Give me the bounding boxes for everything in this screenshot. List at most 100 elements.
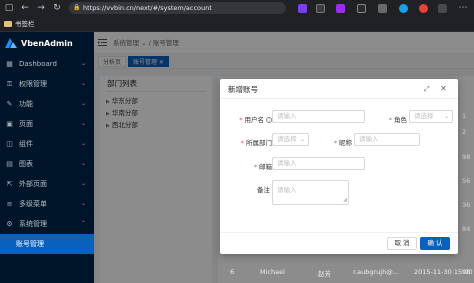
table-cell: 56 (462, 177, 471, 185)
resize-handle-icon[interactable]: ◢ (343, 198, 347, 203)
back-icon[interactable]: ← (20, 3, 30, 13)
sidebar-item-page[interactable]: ▣ 页面 ⌄ (0, 114, 94, 134)
add-account-modal: 新增账号 ⤢ ✕ * 用户名 i 请输入 * 角色 请选择 ⌄ * 所属部门 请选择 ⌄… (220, 79, 458, 254)
bookmark-folder[interactable]: 书签栏 (4, 19, 35, 30)
remark-label: 备注 (257, 186, 270, 194)
chevron-down-icon: ⌄ (443, 113, 449, 120)
sidebar-item-external[interactable]: ⇱ 外部页面 ⌄ (0, 174, 94, 194)
chevron-down-icon: ⌄ (80, 200, 86, 207)
link-icon: ⇱ (6, 179, 13, 188)
extension-icon[interactable] (438, 4, 447, 13)
sidebar-item-feature[interactable]: ✎ 功能 ⌄ (0, 94, 94, 114)
sidebar-item-account[interactable]: 账号管理 (0, 234, 94, 254)
username-label: * 用户名 i (230, 114, 272, 124)
cancel-button[interactable]: 取 消 (387, 237, 417, 250)
required-mark: * (388, 116, 392, 124)
extension-icon[interactable] (357, 4, 366, 13)
page-icon: ▣ (6, 119, 13, 128)
sidebar-item-system[interactable]: ⚙ 系统管理 ⌃ (0, 214, 94, 234)
chevron-down-icon: ⌄ (80, 80, 86, 87)
sidebar-item-multilevel[interactable]: ≡ 多级菜单 ⌄ (0, 194, 94, 214)
role-label: * 角色 (388, 116, 407, 124)
close-icon[interactable]: ✕ (439, 84, 448, 93)
email-field[interactable]: 请输入 (272, 157, 365, 170)
chevron-down-icon: ⌄ (80, 60, 86, 67)
required-mark: * (239, 116, 243, 124)
sidebar-item-label: 功能 (19, 100, 33, 108)
required-mark: * (333, 139, 337, 147)
sidebar: VbenAdmin ▦ Dashboard ⌄ ⚿ 权限管理 ⌄ ✎ 功能 ⌄ … (0, 32, 94, 283)
menu-icon: ≡ (6, 199, 13, 208)
required-mark: * (240, 139, 244, 147)
chevron-up-icon: ⌃ (80, 220, 86, 227)
table-cell: 84 (462, 225, 471, 233)
extension-icon[interactable] (399, 4, 408, 13)
dept-label: * 所属部门 (240, 139, 272, 147)
fullscreen-icon[interactable]: ⤢ (424, 85, 432, 93)
chevron-down-icon: ⌄ (299, 136, 305, 143)
sidebar-item-label: 权限管理 (19, 80, 47, 88)
nickname-input[interactable]: 请输入 (354, 133, 420, 146)
modal-footer: 取 消 确 认 (220, 232, 458, 254)
role-select[interactable]: 请选择 ⌄ (409, 110, 453, 123)
confirm-button[interactable]: 确 认 (420, 237, 450, 250)
logo-icon (5, 38, 17, 48)
sidebar-item-chart[interactable]: ▤ 图表 ⌄ (0, 154, 94, 174)
sidebar-toggle-icon[interactable]: ▢ (4, 3, 14, 13)
modal-title: 新增账号 (228, 85, 258, 94)
sidebar-item-label: Dashboard (19, 60, 57, 68)
folder-icon (4, 21, 12, 27)
url-text: https://vvbin.cn/next/#/system/account (83, 4, 212, 12)
extension-icon[interactable] (336, 4, 345, 13)
chevron-down-icon: ⌄ (80, 140, 86, 147)
sidebar-item-label: 外部页面 (19, 180, 47, 188)
app-logo[interactable]: VbenAdmin (0, 32, 94, 54)
browser-menu-icon[interactable]: ⋯ (458, 3, 468, 13)
extension-icon[interactable] (298, 4, 307, 13)
lock-icon: 🔒 (73, 4, 81, 11)
lock-icon: ⚿ (6, 79, 13, 88)
sidebar-item-label: 图表 (19, 160, 33, 168)
table-cell: r.aubgrujh@... (353, 268, 399, 276)
bookmark-bar: 书签栏 (0, 17, 474, 32)
browser-toolbar: ▢ ← → ↻ 🔒 https://vvbin.cn/next/#/system… (0, 0, 474, 17)
reload-icon[interactable]: ↻ (52, 3, 62, 13)
bookmark-label: 书签栏 (15, 20, 35, 28)
forward-icon[interactable]: → (36, 3, 46, 13)
nickname-label: * 昵称 (333, 139, 352, 147)
remark-textarea[interactable]: 请输入 ◢ (272, 180, 349, 205)
sidebar-item-component[interactable]: ◫ 组件 ⌄ (0, 134, 94, 154)
table-cell: Michael (260, 268, 285, 276)
table-cell: 赵芳 (318, 270, 331, 278)
dept-select[interactable]: 请选择 ⌄ (272, 133, 309, 146)
sidebar-item-label: 页面 (19, 120, 33, 128)
chevron-down-icon: ⌄ (80, 160, 86, 167)
chevron-down-icon: ⌄ (80, 120, 86, 127)
sidebar-item-label: 账号管理 (16, 240, 44, 248)
settings-icon: ⚙ (6, 219, 13, 228)
username-input[interactable]: 请输入 (272, 110, 365, 123)
table-cell: 6 (230, 268, 235, 276)
sidebar-item-label: 多级菜单 (19, 200, 47, 208)
extension-icon[interactable] (316, 4, 325, 13)
table-cell: 2 (462, 128, 467, 136)
sidebar-item-dashboard[interactable]: ▦ Dashboard ⌄ (0, 54, 94, 74)
chart-icon: ▤ (6, 159, 13, 168)
extension-icon[interactable] (419, 4, 428, 13)
chevron-down-icon: ⌄ (80, 100, 86, 107)
sidebar-item-label: 系统管理 (19, 220, 47, 228)
required-mark: * (253, 163, 257, 171)
extension-icon[interactable] (378, 4, 387, 13)
modal-header: 新增账号 ⤢ ✕ (220, 79, 458, 99)
email-label: * 邮箱 (253, 163, 272, 171)
sidebar-item-label: 组件 (19, 140, 33, 148)
address-bar[interactable]: 🔒 https://vvbin.cn/next/#/system/account (69, 2, 286, 14)
tool-icon: ✎ (6, 99, 13, 108)
app-name: VbenAdmin (21, 38, 73, 48)
table-cell: 98 (462, 153, 471, 161)
table-row[interactable]: 6 Michael 赵芳 r.aubgrujh@... 2015-11-30 1… (218, 266, 474, 279)
table-cell: 36 (462, 201, 471, 209)
sidebar-item-permission[interactable]: ⚿ 权限管理 ⌄ (0, 74, 94, 94)
component-icon: ◫ (6, 139, 13, 148)
chevron-down-icon: ⌄ (80, 180, 86, 187)
